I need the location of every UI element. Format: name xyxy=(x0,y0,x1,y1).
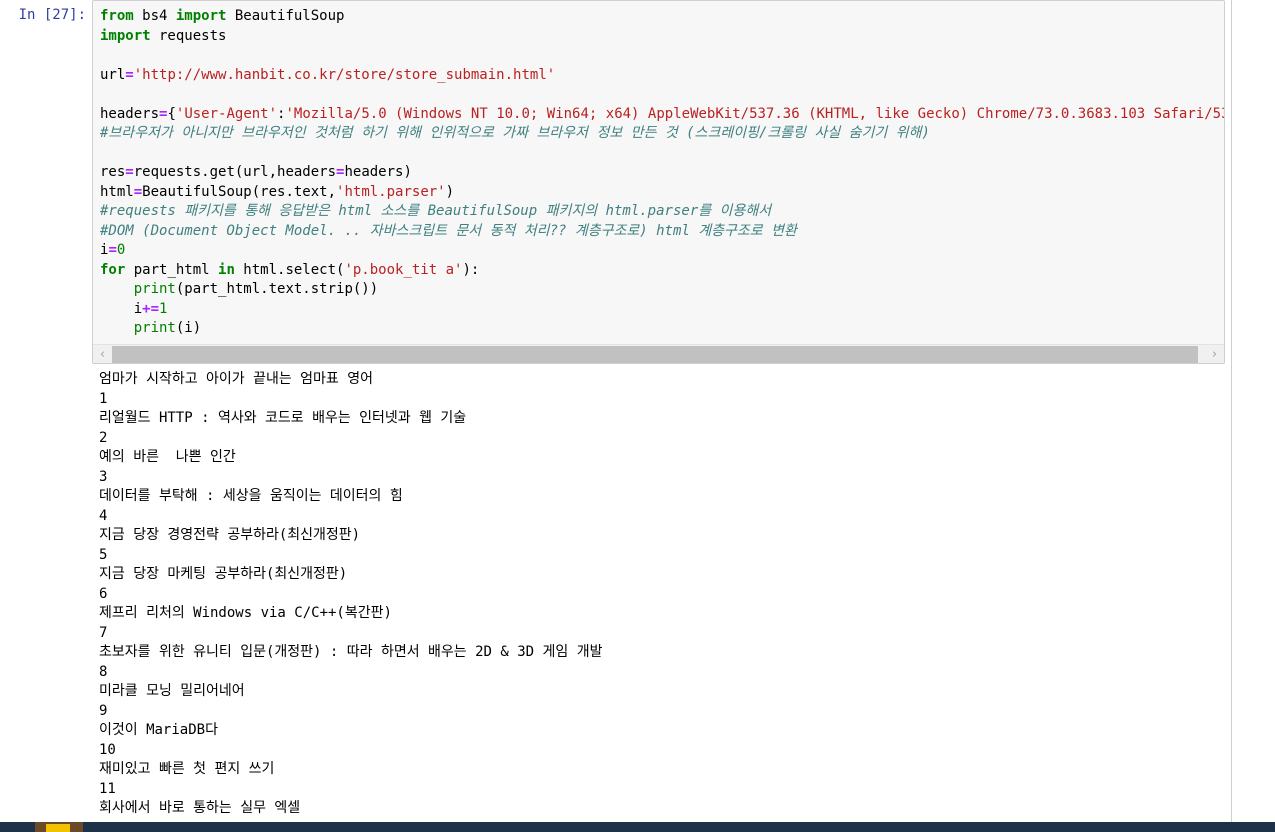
scroll-right-icon[interactable]: › xyxy=(1205,345,1224,363)
code-token: res xyxy=(100,164,126,180)
notebook-right-border xyxy=(1231,0,1232,824)
code-token: html.select( xyxy=(234,261,345,278)
code-token: = xyxy=(125,164,134,180)
code-token: (part_html.text.strip()) xyxy=(175,281,379,297)
folder-icon xyxy=(46,824,70,832)
code-token: i xyxy=(100,300,143,317)
output-line: 재미있고 빠른 첫 편지 쓰기 xyxy=(99,761,275,777)
code-token: import xyxy=(100,27,151,44)
code-line: import requests xyxy=(100,27,1224,47)
horizontal-scrollbar[interactable]: ‹ › xyxy=(93,344,1224,363)
code-line: for part_html in html.select('p.book_tit… xyxy=(100,261,1224,281)
code-token: = xyxy=(108,242,117,258)
code-line: html=BeautifulSoup(res.text,'html.parser… xyxy=(100,183,1224,203)
output-line: 11 xyxy=(99,780,116,797)
output-line: 미라클 모닝 밀리어네어 xyxy=(99,683,245,699)
code-line: i+=1 xyxy=(100,300,1224,320)
code-line: res=requests.get(url,headers=headers) xyxy=(100,163,1224,183)
output-line: 엄마가 시작하고 아이가 끝내는 엄마표 영어 xyxy=(99,371,373,387)
output-line: 회사에서 바로 통하는 실무 엑셀 xyxy=(99,800,301,816)
code-token: print xyxy=(133,320,176,336)
code-token: BeautifulSoup xyxy=(226,8,345,24)
code-token: (i) xyxy=(175,320,202,336)
code-token: 1 xyxy=(159,300,168,317)
output-line: 초보자를 위한 유니티 입문(개정판) : 따라 하면서 배우는 2D & 3D… xyxy=(99,644,603,660)
code-token: 0 xyxy=(116,242,126,258)
code-token: part_html xyxy=(125,261,219,278)
code-token: #브라우저가 아니지만 브라우저인 것처럼 하기 위해 인위적으로 가짜 브라우… xyxy=(100,125,930,141)
output-line: 2 xyxy=(99,429,108,446)
code-token: url xyxy=(100,66,126,83)
code-token: ) xyxy=(445,183,455,200)
code-line: headers={'User-Agent':'Mozilla/5.0 (Wind… xyxy=(100,105,1225,125)
output-line: 10 xyxy=(99,741,116,758)
code-line: ​ xyxy=(100,46,1224,66)
code-token: #DOM (Document Object Model. .. 자바스크립트 문… xyxy=(100,222,797,239)
code-line: #브라우저가 아니지만 브라우저인 것처럼 하기 위해 인위적으로 가짜 브라우… xyxy=(100,124,1224,144)
output-line: 1 xyxy=(99,390,108,407)
code-token: html xyxy=(100,183,134,200)
code-line: ​ xyxy=(100,144,1224,164)
code-token: 'html.parser' xyxy=(336,183,446,200)
code-line: #requests 패키지를 통해 응답받은 html 소스를 Beautifu… xyxy=(100,202,1224,222)
output-line: 지금 당장 경영전략 공부하라(최신개정판) xyxy=(99,527,361,543)
output-line: 리얼월드 HTTP : 역사와 코드로 배우는 인터넷과 웹 기술 xyxy=(99,410,467,426)
output-line: 8 xyxy=(99,663,108,680)
code-token: { xyxy=(167,105,176,122)
input-prompt: In [27]: xyxy=(18,7,86,23)
code-editor[interactable]: from bs4 import BeautifulSoup import requ… xyxy=(100,7,1225,339)
output-line: 이것이 MariaDB다 xyxy=(99,722,218,738)
code-token: #requests 패키지를 통해 응답받은 html 소스를 Beautifu… xyxy=(100,203,772,219)
scrollbar-thumb[interactable] xyxy=(112,346,1198,363)
code-token: bs4 xyxy=(133,8,176,24)
code-line: ​ xyxy=(100,85,1224,105)
output-line: 지금 당장 마케팅 공부하라(최신개정판) xyxy=(99,566,348,582)
output-line: 3 xyxy=(99,468,108,485)
output-line: 9 xyxy=(99,702,108,719)
output-line: 6 xyxy=(99,585,108,602)
code-token: requests xyxy=(150,27,227,44)
code-line: print(part_html.text.strip()) xyxy=(100,280,1224,300)
output-line: 제프리 리처의 Windows via C/C++(복간판) xyxy=(99,605,392,621)
code-token: headers) xyxy=(344,164,412,180)
code-cell-input[interactable]: from bs4 import BeautifulSoup import requ… xyxy=(92,0,1225,364)
code-token: 'p.book_tit a' xyxy=(344,261,463,278)
output-line: 4 xyxy=(99,507,108,524)
code-token: in xyxy=(218,261,235,278)
code-line: print(i) xyxy=(100,319,1224,339)
code-token: = xyxy=(133,183,143,200)
cell-output: 엄마가 시작하고 아이가 끝내는 엄마표 영어 1 리얼월드 HTTP : 역사와 … xyxy=(99,370,602,819)
code-token: for xyxy=(100,261,126,278)
code-line: url='http://www.hanbit.co.kr/store/store… xyxy=(100,66,1224,86)
code-line: i=0 xyxy=(100,241,1224,261)
code-token: 'http://www.hanbit.co.kr/store/store_sub… xyxy=(133,66,556,83)
code-token: headers xyxy=(100,105,160,122)
code-line: from bs4 import BeautifulSoup xyxy=(100,7,1224,27)
code-token: ): xyxy=(462,261,480,278)
output-line: 예의 바른 나쁜 인간 xyxy=(99,449,236,465)
code-token: import xyxy=(175,8,227,24)
notebook-page: In [27]: from bs4 import BeautifulSoup im… xyxy=(0,0,1275,832)
code-token: BeautifulSoup(res.text, xyxy=(142,183,337,200)
code-token: += xyxy=(142,300,160,317)
code-token: = xyxy=(125,66,134,83)
code-token: 'User-Agent' xyxy=(175,105,278,122)
scroll-left-icon[interactable]: ‹ xyxy=(93,345,112,363)
code-token: requests.get(url,headers xyxy=(133,164,337,180)
code-token: print xyxy=(133,281,176,297)
output-line: 데이터를 부탁해 : 세상을 움직이는 데이터의 힘 xyxy=(99,488,403,504)
output-line: 7 xyxy=(99,624,108,641)
output-line: 5 xyxy=(99,546,108,563)
code-token: 'Mozilla/5.0 (Windows NT 10.0; Win64; x6… xyxy=(285,105,1225,122)
code-token: from xyxy=(100,8,134,24)
windows-taskbar xyxy=(0,822,1275,832)
code-line: #DOM (Document Object Model. .. 자바스크립트 문… xyxy=(100,222,1224,242)
